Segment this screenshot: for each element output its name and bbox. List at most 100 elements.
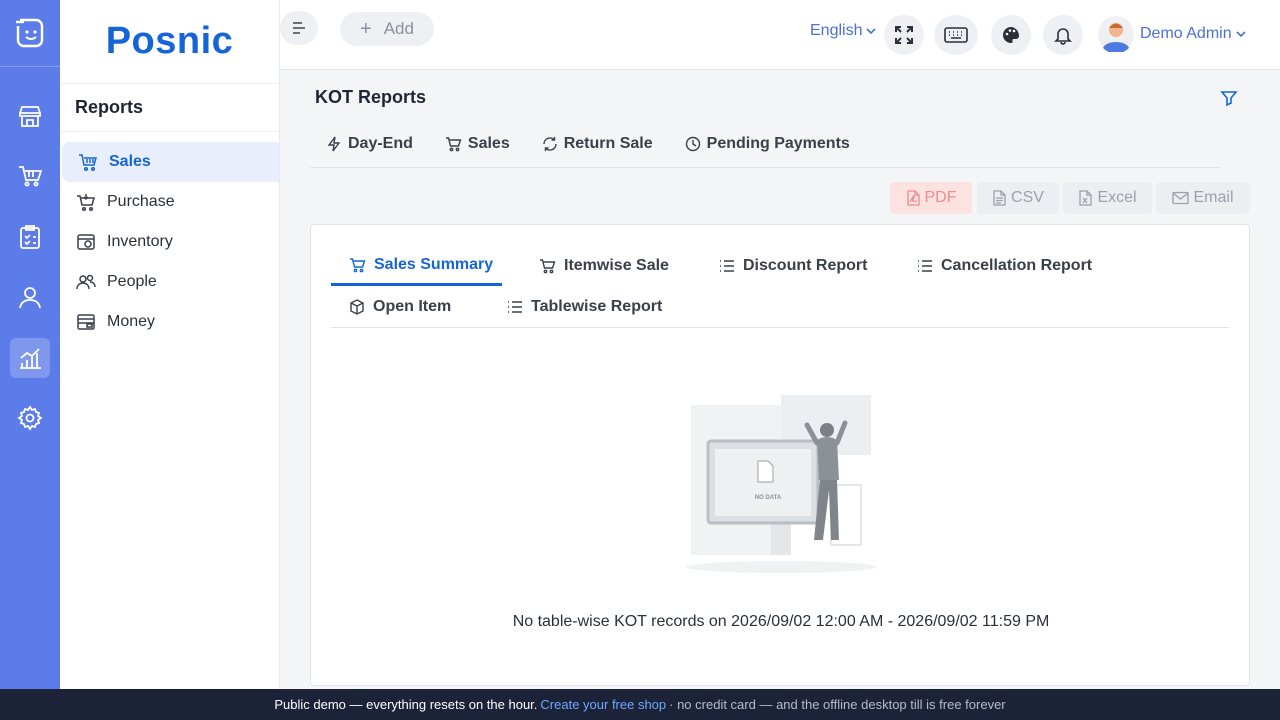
cart-icon [350,257,366,272]
box-icon [75,231,97,253]
tab-label: Itemwise Sale [564,257,669,274]
avatar [1098,16,1134,52]
tab-label: Open Item [373,298,452,315]
mail-icon [1172,191,1190,205]
notifications-button[interactable] [1043,15,1083,55]
tab-tablewise-report[interactable]: Tablewise Report [507,287,662,327]
basket-icon [77,151,99,173]
bolt-icon [327,136,341,152]
user-name: Demo Admin [1140,25,1232,42]
banner-lead: Public demo — everything resets on the h… [274,697,538,712]
language-selector[interactable]: English [810,22,877,40]
icon-rail [0,0,60,720]
bell-icon [1054,28,1072,45]
report-sub-tabs: Sales Summary Itemwise Sale Discount Rep… [331,241,1229,328]
excel-file-icon [1079,190,1093,206]
create-shop-link[interactable]: Create your free shop [540,697,666,712]
sidebar-item-purchase[interactable]: Purchase [60,182,279,222]
export-label: Excel [1097,189,1137,206]
chart-icon[interactable] [10,338,50,378]
main-content: KOT Reports Day-End Sales Return Sale Pe… [280,71,1280,690]
cube-icon [350,299,364,315]
tab-itemwise-sale[interactable]: Itemwise Sale [539,246,669,286]
expand-icon [895,26,913,44]
report-tabs: Day-End Sales Return Sale Pending Paymen… [310,126,1220,168]
no-data-label: NO DATA [755,495,782,501]
tab-sales-summary[interactable]: Sales Summary [331,246,502,286]
sidebar-item-label: Sales [109,153,151,170]
tab-cancellation-report[interactable]: Cancellation Report [917,246,1092,286]
palette-icon [1003,27,1019,43]
sub-sidebar: Posnic Reports Sales Purchase Inventory … [60,0,280,690]
sidebar-item-money[interactable]: Money [60,302,279,342]
export-label: PDF [924,189,957,206]
menu-toggle-button[interactable] [280,11,318,45]
filter-icon[interactable] [1220,89,1238,112]
users-icon [75,271,97,293]
tab-pending-payments[interactable]: Pending Payments [669,126,866,162]
add-label: Add [383,19,414,38]
page-title: KOT Reports [315,87,427,107]
cart-icon [540,259,556,274]
tab-day-end[interactable]: Day-End [310,126,429,162]
csv-file-icon [993,190,1006,206]
keyboard-icon [944,27,968,43]
money-icon [75,311,97,333]
app-logo-icon[interactable] [10,12,50,52]
tab-open-item[interactable]: Open Item [349,287,451,327]
cart-icon [75,191,97,213]
pdf-file-icon [906,190,920,206]
store-icon[interactable] [10,96,50,136]
rail-divider [0,66,60,67]
gear-icon[interactable] [10,398,50,438]
brand-name[interactable]: Posnic [106,20,234,63]
empty-state-message: No table-wise KOT records on 2026/09/02 … [512,613,1050,630]
tab-label: Return Sale [563,135,653,152]
sidebar-item-label: Money [107,313,156,330]
tab-sales[interactable]: Sales [429,126,526,162]
tab-label: Sales Summary [374,255,494,273]
tab-label: Day-End [348,135,413,152]
export-label: CSV [1011,189,1044,206]
tab-return-sale[interactable]: Return Sale [526,126,669,162]
tab-label: Cancellation Report [941,257,1093,274]
report-card: Sales Summary Itemwise Sale Discount Rep… [310,224,1250,686]
user-icon[interactable] [10,277,50,317]
sidebar-item-people[interactable]: People [60,262,279,302]
add-button[interactable]: + Add [340,12,434,46]
sidebar-item-inventory[interactable]: Inventory [60,222,279,262]
banner-tail: · no credit card — and the offline deskt… [669,697,1006,712]
cart-icon [445,137,462,152]
list-icon [508,301,522,313]
plus-icon: + [360,17,372,40]
export-excel-button[interactable]: Excel [1063,182,1152,214]
cart-icon[interactable] [10,156,50,196]
demo-banner: Public demo — everything resets on the h… [0,689,1280,720]
theme-button[interactable] [991,15,1031,55]
align-left-icon [293,22,305,34]
list-icon [720,260,734,272]
sidebar-item-sales[interactable]: Sales [62,142,279,182]
brand-header: Posnic [60,0,279,84]
list-icon [918,260,932,272]
sidebar-item-label: People [107,273,157,290]
top-bar: + Add English Demo Admin [280,0,1280,70]
sidebar-item-label: Inventory [107,233,173,250]
export-label: Email [1193,189,1234,206]
tab-discount-report[interactable]: Discount Report [719,246,867,286]
user-menu[interactable]: Demo Admin [1098,16,1247,52]
fullscreen-button[interactable] [884,15,924,55]
refresh-icon [543,137,557,151]
language-label: English [810,22,863,39]
tab-label: Discount Report [743,257,868,274]
keyboard-button[interactable] [934,15,978,55]
chevron-down-icon [866,28,877,35]
tab-label: Tablewise Report [531,298,663,315]
export-pdf-button[interactable]: PDF [890,182,972,214]
tab-label: Pending Payments [706,135,850,152]
sidebar-item-label: Purchase [107,193,175,210]
export-csv-button[interactable]: CSV [977,182,1059,214]
clipboard-icon[interactable] [10,217,50,257]
export-email-button[interactable]: Email [1156,182,1250,214]
no-data-illustration: NO DATA [686,395,876,573]
